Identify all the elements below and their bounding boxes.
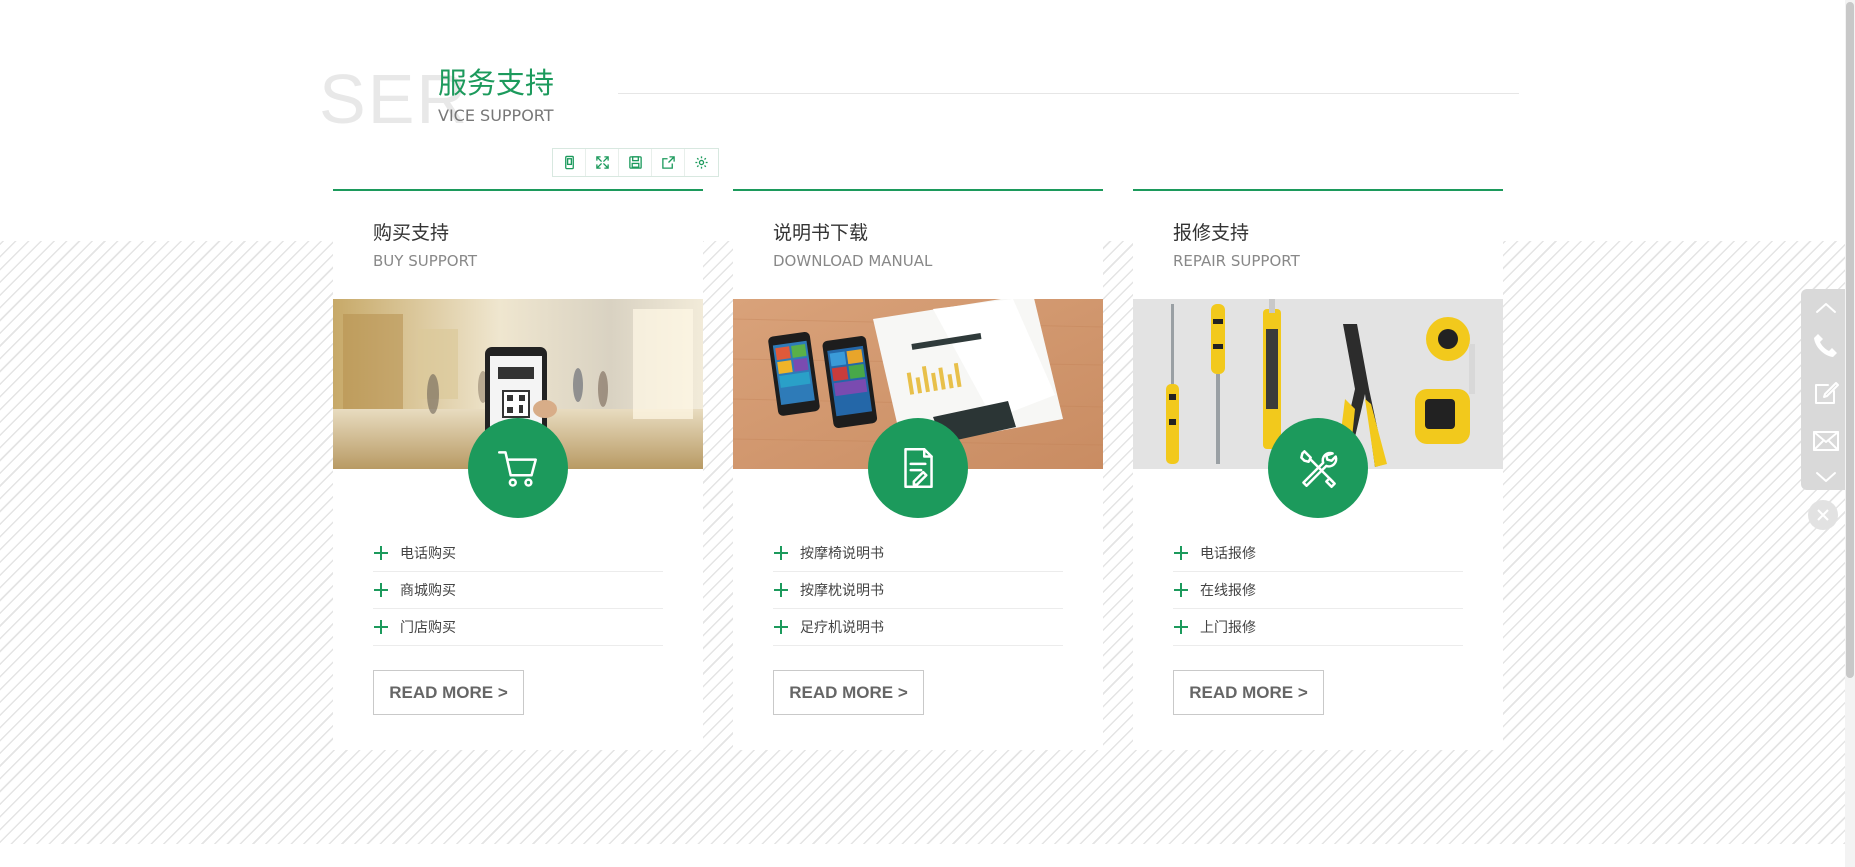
link-list: 按摩椅说明书 按摩枕说明书 足疗机说明书 xyxy=(773,535,1063,646)
chevron-down-icon xyxy=(1816,472,1836,482)
email-button[interactable] xyxy=(1801,419,1851,463)
phone-icon xyxy=(1814,334,1837,357)
editor-toolbar xyxy=(552,148,719,177)
card-subtitle: BUY SUPPORT xyxy=(373,252,478,270)
card-download-manual: 说明书下载 DOWNLOAD MANUAL 按摩椅说明书 按摩枕说明书 足疗机说… xyxy=(733,189,1103,750)
phone-button[interactable] xyxy=(1801,323,1851,367)
chevron-up-icon xyxy=(1816,303,1836,313)
plus-icon xyxy=(374,546,388,560)
list-item[interactable]: 上门报修 xyxy=(1173,609,1463,646)
section-divider xyxy=(618,93,1519,94)
list-item-label: 商城购买 xyxy=(400,583,456,599)
scroll-down-button[interactable] xyxy=(1801,465,1851,489)
card-repair-support: 报修支持 REPAIR SUPPORT 电话报修 在线报修 上门报修 READ … xyxy=(1133,189,1503,750)
list-item-label: 按摩枕说明书 xyxy=(800,583,884,599)
tools-circle[interactable] xyxy=(1268,418,1368,518)
close-icon xyxy=(1817,509,1829,521)
save-icon xyxy=(628,156,642,169)
share-icon xyxy=(661,156,675,169)
plus-icon xyxy=(374,583,388,597)
list-item-label: 在线报修 xyxy=(1200,583,1256,599)
scrollbar-thumb[interactable] xyxy=(1846,2,1854,678)
settings-icon xyxy=(695,156,708,169)
list-item[interactable]: 足疗机说明书 xyxy=(773,609,1063,646)
read-more-button[interactable]: READ MORE > xyxy=(1173,670,1324,715)
cart-icon xyxy=(498,451,537,487)
page: SER 服务支持 VICE SUPPORT 购买支持 BUY SUPPORT 电… xyxy=(0,0,1855,867)
mobile-icon xyxy=(564,155,574,170)
floating-contact-bar xyxy=(1801,289,1851,490)
list-item[interactable]: 在线报修 xyxy=(1173,572,1463,609)
mail-icon xyxy=(1813,431,1839,451)
scroll-up-button[interactable] xyxy=(1801,295,1851,321)
link-list: 电话报修 在线报修 上门报修 xyxy=(1173,535,1463,646)
list-item-label: 按摩椅说明书 xyxy=(800,546,884,562)
list-item-label: 门店购买 xyxy=(400,620,456,636)
card-title: 说明书下载 xyxy=(773,222,869,244)
section-title: 服务支持 xyxy=(438,66,555,100)
card-title: 报修支持 xyxy=(1173,222,1250,244)
list-item-label: 足疗机说明书 xyxy=(800,620,884,636)
document-circle[interactable] xyxy=(868,418,968,518)
list-item[interactable]: 按摩枕说明书 xyxy=(773,572,1063,609)
plus-icon xyxy=(1174,546,1188,560)
share-button[interactable] xyxy=(652,149,685,176)
read-more-button[interactable]: READ MORE > xyxy=(773,670,924,715)
page-scrollbar[interactable] xyxy=(1845,0,1855,867)
tools-icon xyxy=(1300,450,1338,488)
list-item-label: 电话购买 xyxy=(400,546,456,562)
plus-icon xyxy=(374,620,388,634)
plus-icon xyxy=(1174,583,1188,597)
plus-icon xyxy=(774,583,788,597)
save-button[interactable] xyxy=(619,149,652,176)
read-more-button[interactable]: READ MORE > xyxy=(373,670,524,715)
section-subtitle: VICE SUPPORT xyxy=(438,106,554,125)
plus-icon xyxy=(774,620,788,634)
card-title: 购买支持 xyxy=(373,222,450,244)
list-item[interactable]: 电话购买 xyxy=(373,535,663,572)
cart-circle[interactable] xyxy=(468,418,568,518)
card-buy-support: 购买支持 BUY SUPPORT 电话购买 商城购买 门店购买 READ MOR… xyxy=(333,189,703,750)
list-item[interactable]: 门店购买 xyxy=(373,609,663,646)
card-subtitle: DOWNLOAD MANUAL xyxy=(773,252,933,270)
settings-button[interactable] xyxy=(685,149,718,176)
list-item-label: 电话报修 xyxy=(1200,546,1256,562)
message-button[interactable] xyxy=(1801,371,1851,415)
list-item-label: 上门报修 xyxy=(1200,620,1256,636)
link-list: 电话购买 商城购买 门店购买 xyxy=(373,535,663,646)
plus-icon xyxy=(1174,620,1188,634)
fullscreen-icon xyxy=(595,156,609,169)
plus-icon xyxy=(774,546,788,560)
fullscreen-button[interactable] xyxy=(586,149,619,176)
card-subtitle: REPAIR SUPPORT xyxy=(1173,252,1300,270)
edit-icon xyxy=(1815,382,1839,404)
list-item[interactable]: 按摩椅说明书 xyxy=(773,535,1063,572)
close-float-bar-button[interactable] xyxy=(1808,500,1838,530)
mobile-view-button[interactable] xyxy=(553,149,586,176)
list-item[interactable]: 电话报修 xyxy=(1173,535,1463,572)
document-icon xyxy=(904,448,933,488)
list-item[interactable]: 商城购买 xyxy=(373,572,663,609)
